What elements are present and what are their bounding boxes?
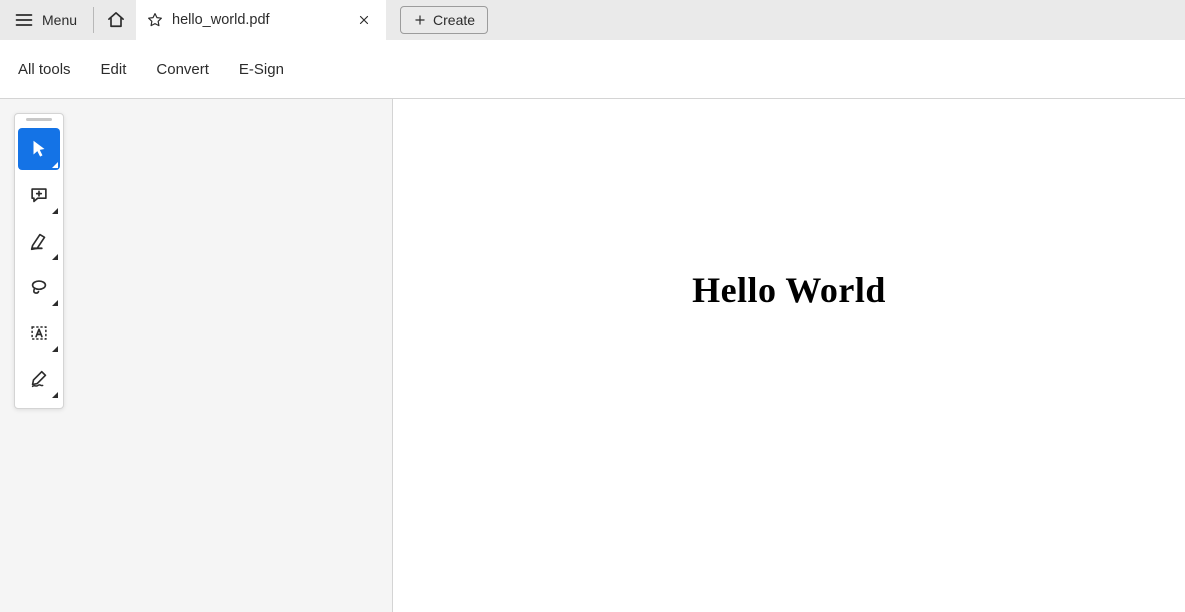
workspace: Hello World — [0, 98, 1185, 612]
highlight-icon — [28, 230, 50, 252]
tab-title: hello_world.pdf — [172, 12, 270, 28]
star-outline-icon[interactable] — [146, 11, 164, 29]
submenu-corner-icon — [52, 300, 58, 306]
textbox-tool[interactable] — [18, 312, 60, 354]
create-label: Create — [433, 12, 475, 28]
cursor-icon — [28, 138, 50, 160]
home-button[interactable] — [96, 0, 136, 40]
hamburger-icon — [14, 10, 34, 30]
submenu-corner-icon — [52, 254, 58, 260]
close-icon — [357, 13, 371, 27]
highlight-tool[interactable] — [18, 220, 60, 262]
textbox-icon — [28, 322, 50, 344]
document-pane[interactable]: Hello World — [393, 99, 1185, 612]
divider — [93, 7, 94, 33]
menu-all-tools[interactable]: All tools — [18, 61, 71, 78]
tab-close-button[interactable] — [354, 10, 374, 30]
create-button[interactable]: Create — [400, 6, 488, 34]
submenu-corner-icon — [52, 346, 58, 352]
sign-icon — [28, 368, 50, 390]
menu-bar: All tools Edit Convert E-Sign — [0, 40, 1185, 98]
tool-panel-grip[interactable] — [15, 114, 63, 124]
menu-label: Menu — [42, 12, 77, 28]
submenu-corner-icon — [52, 208, 58, 214]
home-icon — [106, 10, 126, 30]
title-bar: Menu hello_world.pdf Create — [0, 0, 1185, 40]
menu-button[interactable]: Menu — [0, 0, 91, 40]
submenu-corner-icon — [52, 392, 58, 398]
menu-esign[interactable]: E-Sign — [239, 61, 284, 78]
menu-edit[interactable]: Edit — [101, 61, 127, 78]
comment-tool[interactable] — [18, 174, 60, 216]
sign-tool[interactable] — [18, 358, 60, 400]
document-heading: Hello World — [692, 269, 886, 311]
document-tab[interactable]: hello_world.pdf — [136, 0, 386, 40]
draw-icon — [28, 276, 50, 298]
comment-icon — [28, 184, 50, 206]
plus-icon — [413, 13, 427, 27]
tool-panel — [14, 113, 64, 409]
draw-tool[interactable] — [18, 266, 60, 308]
selection-tool[interactable] — [18, 128, 60, 170]
left-column — [0, 99, 393, 612]
submenu-corner-icon — [52, 162, 58, 168]
menu-convert[interactable]: Convert — [156, 61, 209, 78]
